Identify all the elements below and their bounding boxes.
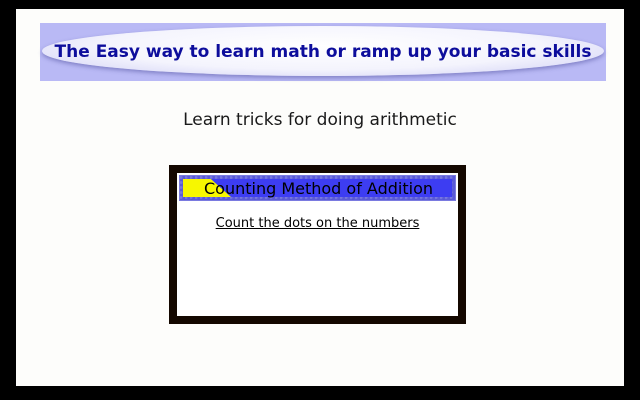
lesson-link[interactable]: Count the dots on the numbers xyxy=(177,216,458,231)
page-content: The Easy way to learn math or ramp up yo… xyxy=(16,9,624,386)
lesson-card-title: Counting Method of Addition xyxy=(203,179,433,198)
banner: The Easy way to learn math or ramp up yo… xyxy=(40,23,606,81)
banner-title: The Easy way to learn math or ramp up yo… xyxy=(54,42,592,62)
page-subtitle: Learn tricks for doing arithmetic xyxy=(183,110,457,130)
lesson-card-header: Counting Method of Addition xyxy=(179,175,456,201)
lesson-card: Counting Method of Addition Count the do… xyxy=(169,165,466,324)
